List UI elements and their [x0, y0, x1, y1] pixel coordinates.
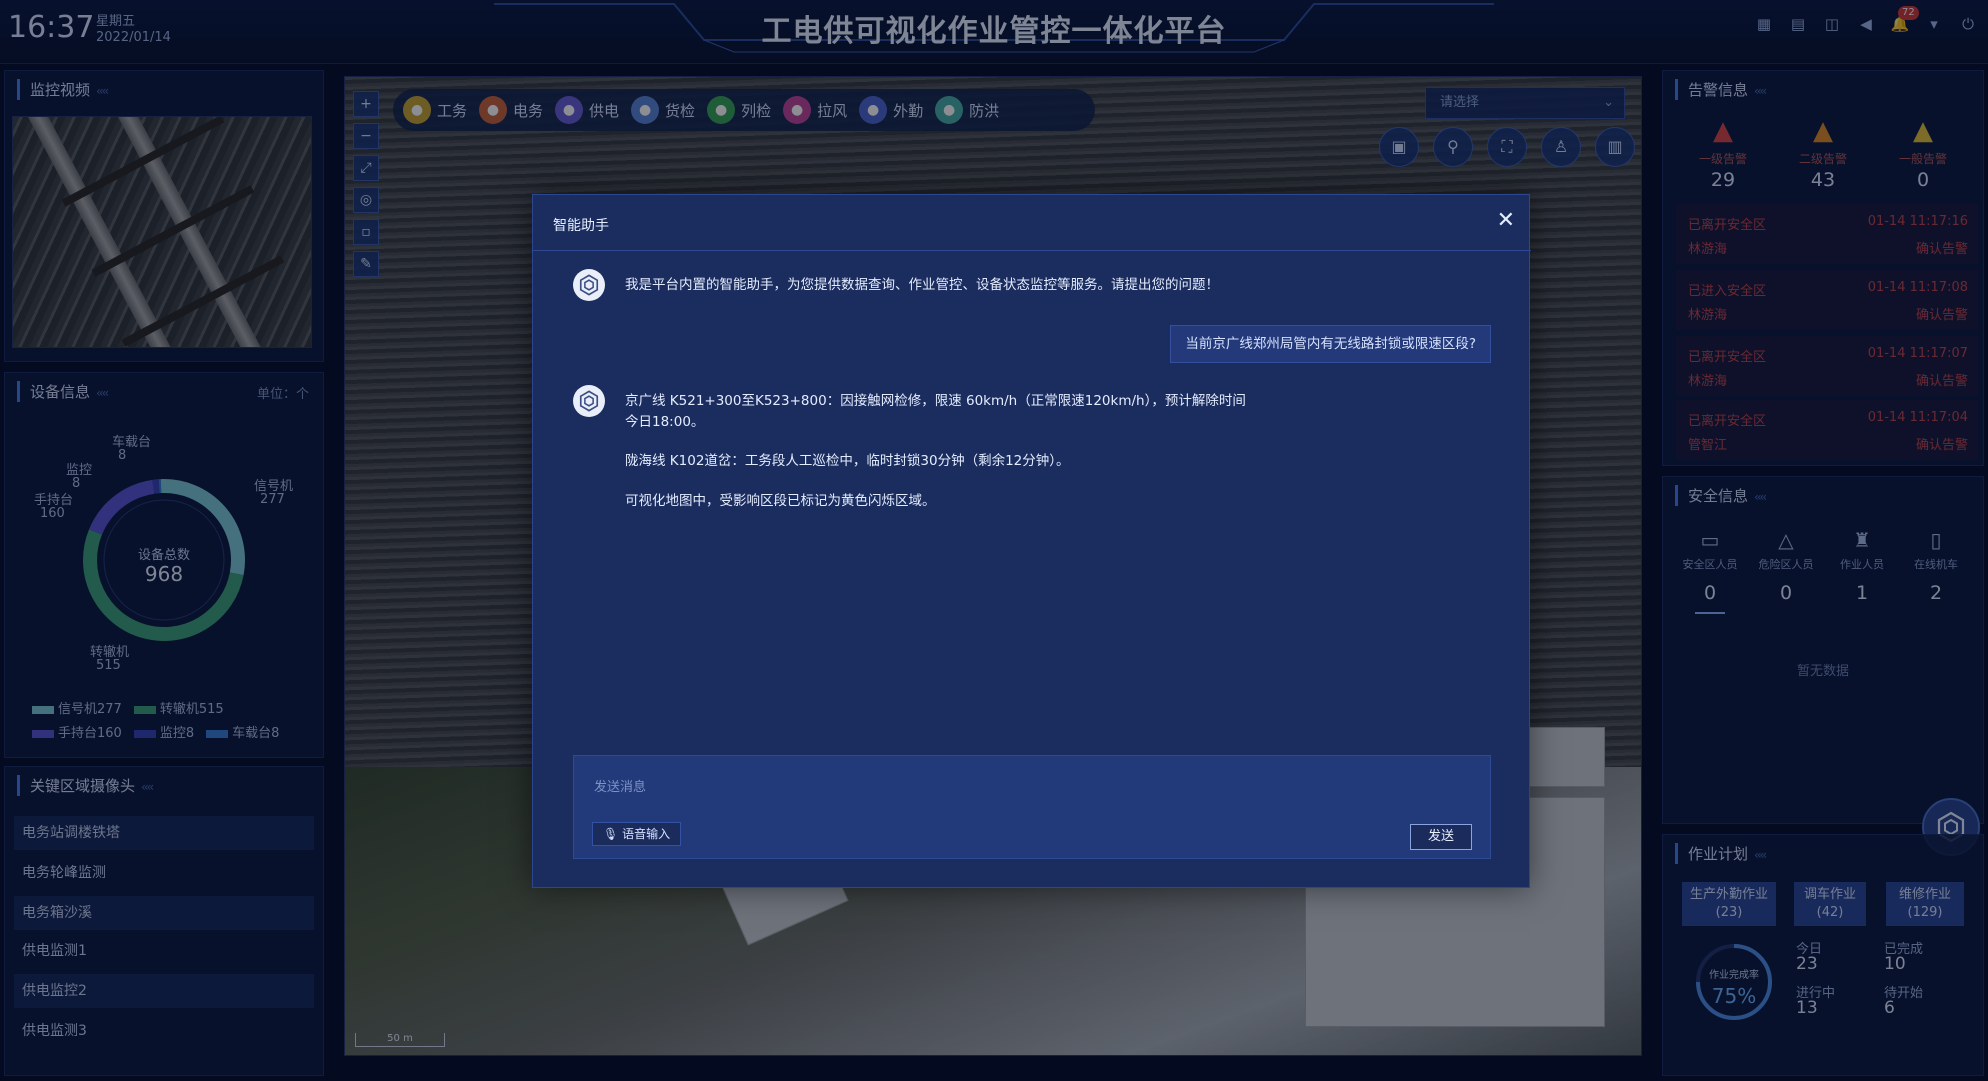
- bot-reply-line: 今日18:00。: [625, 414, 705, 430]
- message-input[interactable]: 发送消息 🎙 语音输入 发送: [573, 755, 1491, 859]
- bot-reply-line: 可视化地图中，受影响区段已标记为黄色闪烁区域。: [625, 493, 936, 509]
- app-root: 16:37 星期五 2022/01/14 工电供可视化作业管控一体化平台 ▦ ▤…: [0, 0, 1988, 1081]
- dialog-header: 智能助手 ✕: [533, 195, 1531, 251]
- assistant-avatar: [573, 385, 605, 417]
- assistant-avatar: [573, 269, 605, 301]
- bot-message-intro: 我是平台内置的智能助手，为您提供数据查询、作业管控、设备状态监控等服务。请提出您…: [625, 277, 1219, 293]
- voice-input-button[interactable]: 🎙 语音输入: [592, 822, 682, 846]
- microphone-icon: 🎙: [603, 827, 619, 841]
- bot-reply-line: 陇海线 K102道岔：工务段人工巡检中，临时封锁30分钟（剩余12分钟）。: [625, 453, 1070, 469]
- message-input-placeholder: 发送消息: [594, 780, 647, 795]
- close-icon[interactable]: ✕: [1497, 209, 1515, 233]
- assistant-dialog: 智能助手 ✕ 我是平台内置的智能助手，为您提供数据查询、作业管控、设备状态监控等…: [532, 194, 1531, 888]
- send-button[interactable]: 发送: [1410, 824, 1472, 850]
- dialog-title: 智能助手: [553, 218, 609, 234]
- bot-reply-line: 京广线 K521+300至K523+800：因接触网检修，限速 60km/h（正…: [625, 393, 1246, 409]
- user-message: 当前京广线郑州局管内有无线路封锁或限速区段?: [1170, 325, 1491, 363]
